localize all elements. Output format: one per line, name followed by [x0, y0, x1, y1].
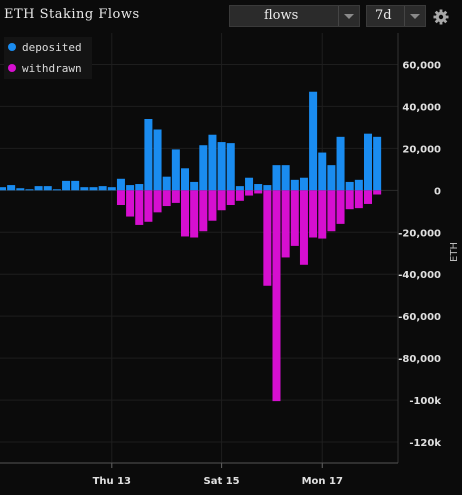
- withdrawn-bar[interactable]: [208, 190, 217, 221]
- y-tick-label: -40,000: [398, 270, 441, 281]
- withdrawn-bar[interactable]: [354, 190, 363, 209]
- y-tick-label: -120k: [409, 438, 441, 449]
- x-tick-label: Sat 15: [204, 476, 240, 487]
- deposited-bar[interactable]: [245, 177, 254, 191]
- withdrawn-bar[interactable]: [162, 190, 171, 207]
- deposited-bar[interactable]: [126, 185, 135, 191]
- deposited-bar[interactable]: [98, 186, 107, 191]
- withdrawn-bar[interactable]: [318, 190, 327, 239]
- deposited-bar[interactable]: [309, 91, 318, 191]
- withdrawn-bar[interactable]: [144, 190, 153, 222]
- deposited-bar[interactable]: [144, 119, 153, 191]
- chart-grid: [0, 33, 398, 463]
- chart-bars: [0, 91, 382, 402]
- withdrawn-bar[interactable]: [245, 190, 254, 196]
- x-tick-label: Mon 17: [302, 476, 343, 487]
- withdrawn-bar[interactable]: [199, 190, 208, 232]
- withdrawn-bar[interactable]: [181, 190, 189, 237]
- x-axis: Thu 13 Sat 15 Mon 17: [0, 462, 398, 487]
- withdrawn-bar[interactable]: [126, 190, 135, 217]
- y-tick-label: 0: [434, 186, 441, 197]
- withdrawn-bar[interactable]: [153, 190, 162, 213]
- withdrawn-dot-icon: [8, 64, 16, 72]
- y-tick-label: 60,000: [402, 60, 441, 71]
- deposited-bar[interactable]: [208, 134, 217, 191]
- deposited-bar[interactable]: [364, 133, 372, 191]
- deposited-bar[interactable]: [373, 136, 382, 191]
- deposited-bar[interactable]: [354, 179, 363, 191]
- deposited-bar[interactable]: [52, 189, 61, 191]
- deposited-bar[interactable]: [281, 165, 290, 191]
- deposited-bar[interactable]: [272, 165, 281, 191]
- withdrawn-bar[interactable]: [272, 190, 281, 402]
- deposited-bar[interactable]: [25, 189, 34, 191]
- withdrawn-bar[interactable]: [345, 190, 354, 210]
- deposited-bar[interactable]: [135, 184, 144, 191]
- withdrawn-bar[interactable]: [263, 190, 272, 286]
- deposited-bar[interactable]: [181, 168, 189, 191]
- deposited-bar[interactable]: [43, 186, 52, 191]
- withdrawn-bar[interactable]: [217, 190, 226, 211]
- y-tick-label: 40,000: [402, 102, 441, 113]
- x-tick-label: Thu 13: [93, 476, 131, 487]
- deposited-bar[interactable]: [16, 188, 25, 191]
- deposited-bar[interactable]: [153, 129, 162, 191]
- deposited-bar[interactable]: [34, 186, 43, 191]
- withdrawn-bar[interactable]: [336, 190, 345, 224]
- y-tick-label: -80,000: [398, 354, 441, 365]
- deposited-bar[interactable]: [190, 181, 199, 191]
- withdrawn-bar[interactable]: [309, 190, 318, 238]
- withdrawn-bar[interactable]: [190, 190, 199, 238]
- y-tick-label: -60,000: [398, 312, 441, 323]
- y-tick-label: -20,000: [398, 228, 441, 239]
- deposited-bar[interactable]: [235, 186, 244, 191]
- deposited-bar[interactable]: [171, 149, 180, 191]
- chart-legend: deposited withdrawn: [4, 37, 92, 79]
- deposited-bar[interactable]: [62, 180, 71, 191]
- deposited-bar[interactable]: [89, 187, 98, 191]
- legend-item-withdrawn[interactable]: withdrawn: [8, 62, 82, 75]
- deposited-bar[interactable]: [116, 178, 125, 191]
- withdrawn-bar[interactable]: [235, 190, 244, 201]
- withdrawn-bar[interactable]: [327, 190, 336, 232]
- withdrawn-bar[interactable]: [135, 190, 144, 225]
- y-axis: 60,000 40,000 20,000 0 -20,000 -40,000 -60,000…: [397, 33, 441, 463]
- deposited-bar[interactable]: [80, 187, 89, 191]
- deposited-bar[interactable]: [345, 181, 354, 191]
- withdrawn-bar[interactable]: [290, 190, 299, 246]
- withdrawn-bar[interactable]: [299, 190, 308, 265]
- deposited-bar[interactable]: [318, 152, 327, 191]
- withdrawn-bar[interactable]: [254, 190, 263, 194]
- withdrawn-bar[interactable]: [373, 190, 382, 195]
- deposited-bar[interactable]: [7, 185, 16, 191]
- deposited-bar[interactable]: [199, 145, 208, 191]
- deposited-bar[interactable]: [0, 187, 6, 191]
- legend-label-deposited: deposited: [22, 41, 82, 54]
- y-tick-label: 20,000: [402, 144, 441, 155]
- deposited-bar[interactable]: [263, 185, 272, 191]
- deposited-bar[interactable]: [290, 179, 299, 191]
- withdrawn-bar[interactable]: [116, 190, 125, 205]
- deposited-bar[interactable]: [162, 176, 171, 191]
- deposited-bar[interactable]: [226, 143, 235, 191]
- legend-label-withdrawn: withdrawn: [22, 62, 82, 75]
- y-axis-label: ETH: [449, 242, 460, 262]
- deposited-dot-icon: [8, 43, 16, 51]
- deposited-bar[interactable]: [71, 180, 80, 191]
- legend-item-deposited[interactable]: deposited: [8, 41, 82, 54]
- deposited-bar[interactable]: [107, 187, 116, 191]
- y-tick-label: -100k: [409, 396, 441, 407]
- deposited-bar[interactable]: [299, 177, 308, 191]
- withdrawn-bar[interactable]: [226, 190, 235, 205]
- withdrawn-bar[interactable]: [171, 190, 180, 203]
- deposited-bar[interactable]: [254, 184, 263, 191]
- withdrawn-bar[interactable]: [281, 190, 290, 258]
- deposited-bar[interactable]: [327, 165, 336, 191]
- deposited-bar[interactable]: [336, 136, 345, 191]
- withdrawn-bar[interactable]: [364, 190, 372, 204]
- deposited-bar[interactable]: [217, 142, 226, 191]
